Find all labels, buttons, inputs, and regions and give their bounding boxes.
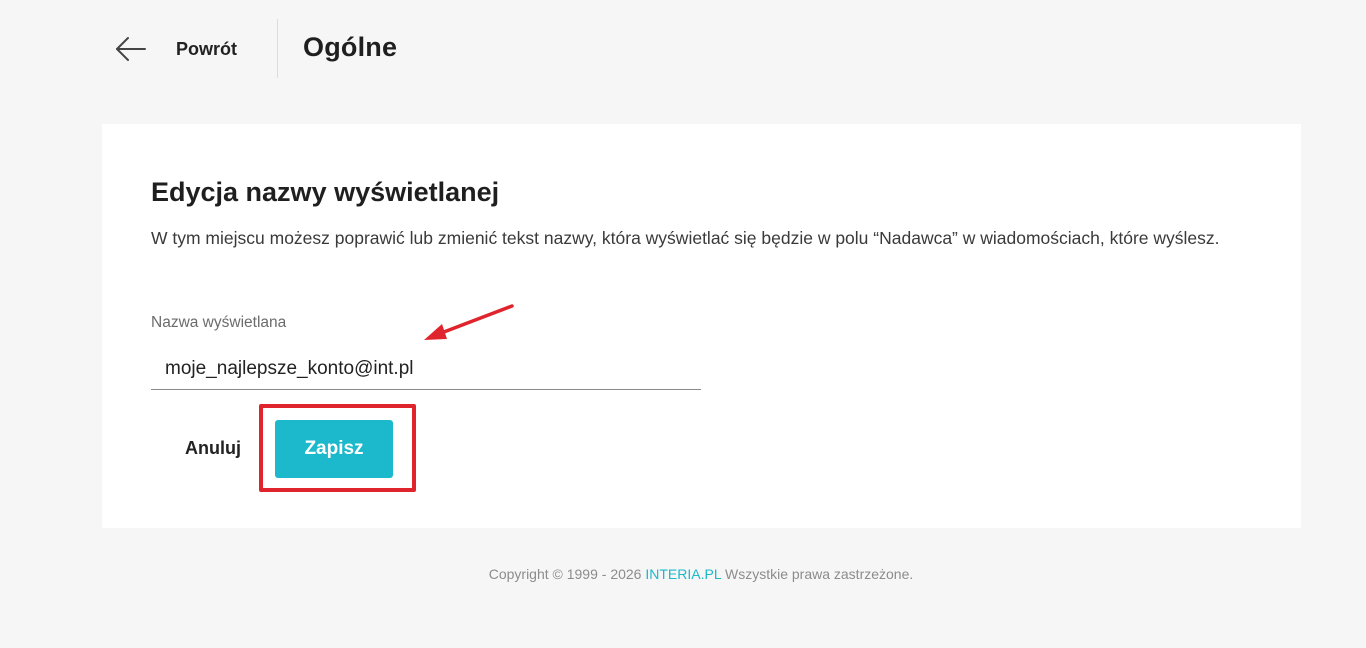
interia-link[interactable]: INTERIA.PL — [645, 566, 721, 582]
display-name-card: Edycja nazwy wyświetlanej W tym miejscu … — [102, 124, 1301, 528]
page-header: Powrót Ogólne — [0, 0, 1366, 96]
back-link[interactable]: Powrót — [114, 30, 237, 68]
display-name-input[interactable] — [151, 348, 701, 390]
save-button[interactable]: Zapisz — [275, 420, 393, 478]
arrow-left-icon — [116, 37, 146, 61]
cancel-button[interactable]: Anuluj — [168, 428, 258, 468]
page-title: Ogólne — [303, 32, 398, 62]
rights-text: Wszystkie prawa zastrzeżone. — [724, 566, 914, 582]
settings-page: Powrót Ogólne Edycja nazwy wyświetlanej … — [0, 0, 1366, 648]
header-divider — [277, 19, 278, 78]
red-arrow-icon — [424, 304, 514, 340]
back-label: Powrót — [176, 38, 237, 59]
footer: Copyright © 1999 - 2026 INTERIA.PL Wszys… — [0, 566, 1366, 582]
card-description: W tym miejscu możesz poprawić lub zmieni… — [151, 228, 1220, 248]
copyright-text: Copyright © 1999 - 2026 — [488, 566, 642, 582]
display-name-label: Nazwa wyświetlana — [151, 314, 287, 331]
card-title: Edycja nazwy wyświetlanej — [151, 177, 500, 207]
